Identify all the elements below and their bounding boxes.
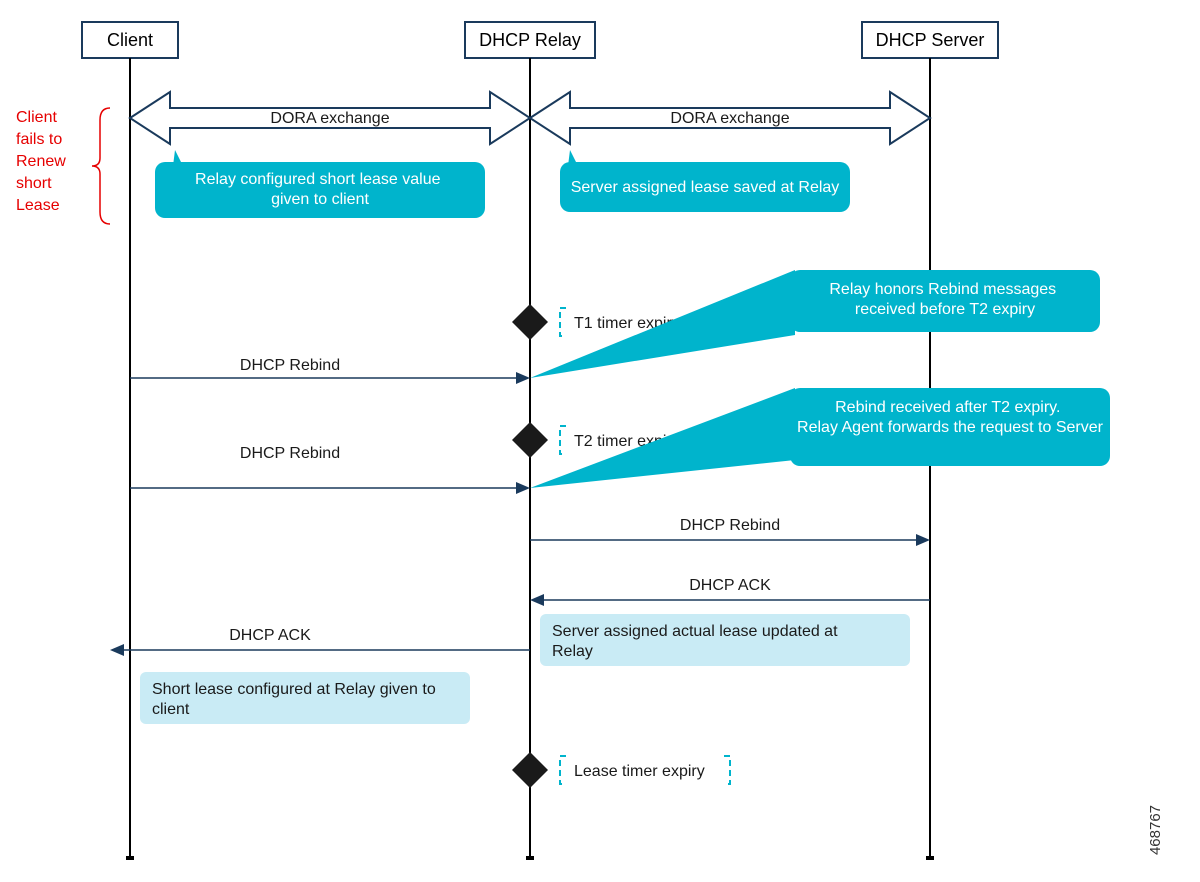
msg-rebind-client-relay-2: DHCP Rebind: [130, 445, 530, 494]
msg-ack-server-relay: DHCP ACK: [530, 577, 930, 606]
svg-text:DHCP Rebind: DHCP Rebind: [240, 357, 340, 374]
callout-short-lease-given: Short lease configured at Relay given to…: [140, 672, 470, 724]
svg-text:Client: Client: [16, 109, 57, 126]
svg-text:Server assigned lease saved at: Server assigned lease saved at Relay: [571, 179, 840, 196]
timer-lease: Lease timer expiry: [512, 752, 730, 788]
callout-actual-lease-updated: Server assigned actual lease updated at …: [540, 614, 910, 666]
svg-text:DHCP Rebind: DHCP Rebind: [680, 517, 780, 534]
msg-rebind-relay-server: DHCP Rebind: [530, 517, 930, 546]
callout-server-saved: Server assigned lease saved at Relay: [560, 150, 850, 212]
actor-client-label: Client: [107, 30, 153, 50]
actor-relay-label: DHCP Relay: [479, 30, 581, 50]
dhcp-sequence-diagram: Client DHCP Relay DHCP Server DORA excha…: [0, 0, 1200, 882]
svg-text:short: short: [16, 175, 52, 192]
dora-right-label: DORA exchange: [670, 110, 789, 127]
svg-text:Lease: Lease: [16, 197, 60, 214]
svg-text:DHCP Rebind: DHCP Rebind: [240, 445, 340, 462]
side-note-client-fails: Client fails to Renew short Lease: [16, 108, 110, 224]
actor-server: DHCP Server: [862, 22, 998, 58]
msg-ack-relay-client: DHCP ACK: [110, 627, 530, 656]
actor-server-label: DHCP Server: [876, 30, 985, 50]
actor-client: Client: [82, 22, 178, 58]
svg-text:Renew: Renew: [16, 153, 66, 170]
dora-arrow-left: DORA exchange: [130, 92, 530, 144]
dora-arrow-right: DORA exchange: [530, 92, 930, 144]
dora-left-label: DORA exchange: [270, 110, 389, 127]
actor-relay: DHCP Relay: [465, 22, 595, 58]
msg-rebind-client-relay-1: DHCP Rebind: [130, 357, 530, 384]
svg-text:DHCP ACK: DHCP ACK: [689, 577, 771, 594]
svg-text:fails to: fails to: [16, 131, 62, 148]
svg-text:Lease timer expiry: Lease timer expiry: [574, 763, 705, 780]
figure-number: 468767: [1147, 805, 1164, 855]
svg-text:DHCP ACK: DHCP ACK: [229, 627, 311, 644]
callout-relay-short-lease: Relay configured short lease value given…: [155, 150, 485, 218]
